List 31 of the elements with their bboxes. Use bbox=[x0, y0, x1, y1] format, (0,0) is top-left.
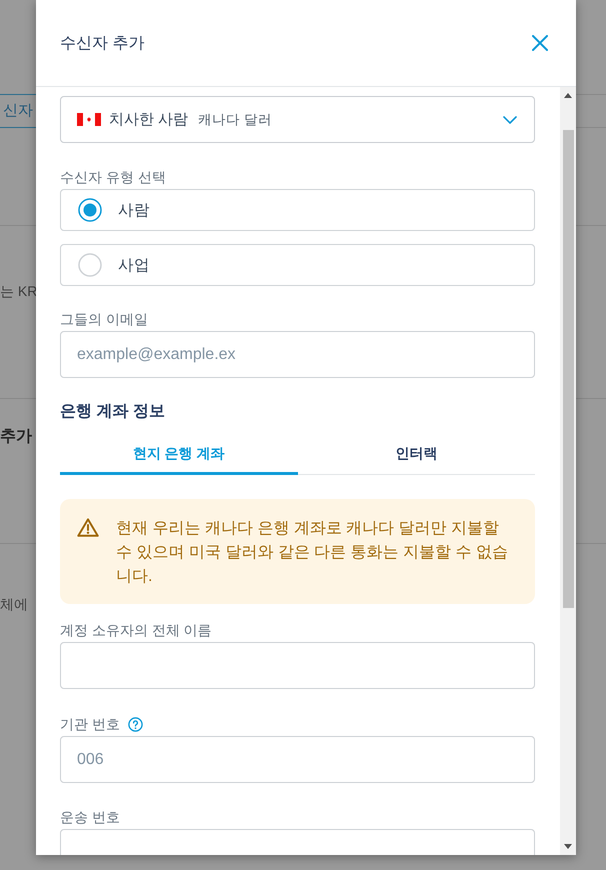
page-text: 체에 bbox=[0, 596, 28, 612]
recipient-name: 치사한 사람 bbox=[109, 110, 188, 129]
input-field[interactable]: example@example.ex bbox=[60, 331, 535, 378]
tab[interactable]: 인터랙 bbox=[298, 435, 535, 475]
radio-option[interactable]: 사업 bbox=[60, 244, 535, 286]
warning-icon bbox=[77, 518, 99, 537]
radio-option[interactable]: 사람 bbox=[60, 189, 535, 231]
scrollbar-thumb[interactable] bbox=[562, 130, 574, 608]
warning-text: 현재 우리는 캐나다 은행 계좌로 캐나다 달러만 지불할 수 있으며 미국 달러와 같은 다른 통화는 지불할 수 없습니다. bbox=[116, 519, 510, 587]
input-field[interactable]: 006 bbox=[60, 736, 535, 783]
chevron-down-icon bbox=[503, 116, 517, 124]
currency-select[interactable]: 치사한 사람 캐나다 달러 bbox=[60, 96, 535, 143]
field-label: 운송 번호 bbox=[60, 808, 120, 827]
flag-icon bbox=[77, 113, 101, 126]
field-label: 기관 번호 bbox=[60, 715, 120, 734]
scrollbar[interactable] bbox=[560, 87, 576, 855]
field-label: 수신자 유형 선택 bbox=[60, 168, 166, 187]
field-label: 계정 소유자의 전체 이름 bbox=[60, 621, 212, 640]
help-icon[interactable] bbox=[128, 716, 143, 732]
input-field[interactable] bbox=[60, 642, 535, 689]
scroll-up-icon[interactable] bbox=[564, 93, 572, 98]
radio-icon[interactable] bbox=[78, 253, 102, 277]
dialog-title: 수신자 추가 bbox=[60, 34, 144, 54]
page-heading: 추가 bbox=[0, 428, 32, 445]
page-text: 는 KR bbox=[0, 283, 38, 299]
close-icon[interactable] bbox=[532, 35, 548, 51]
scroll-down-icon[interactable] bbox=[564, 844, 572, 849]
section-heading: 은행 계좌 정보 bbox=[60, 402, 166, 422]
radio-icon[interactable] bbox=[78, 198, 102, 222]
currency-name: 캐나다 달러 bbox=[198, 110, 272, 128]
field-label: 그들의 이메일 bbox=[60, 310, 148, 329]
